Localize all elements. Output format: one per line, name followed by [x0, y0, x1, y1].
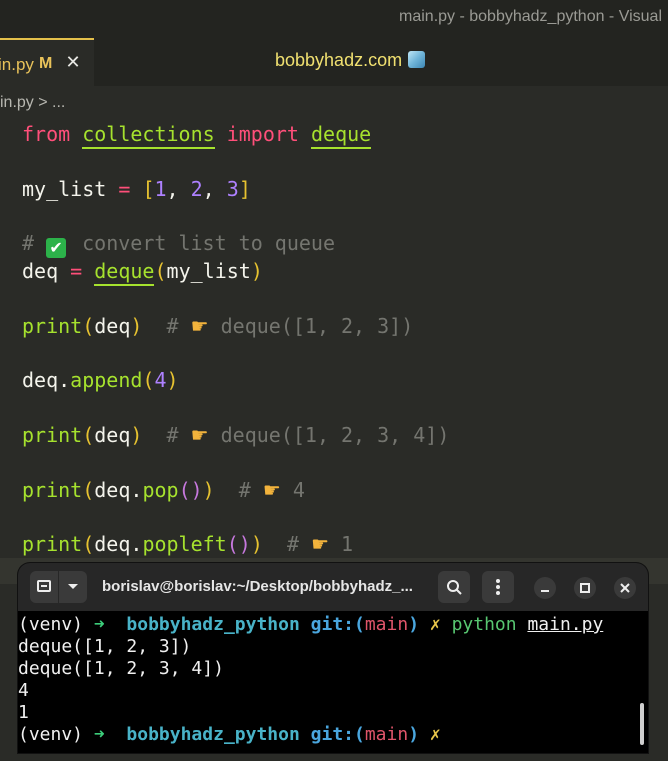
terminal-output-line: 1 [18, 702, 29, 723]
code-line-6: deq.append(4) [22, 368, 179, 392]
terminal-search-button[interactable] [438, 571, 470, 603]
pointing-hand-icon: ☛ [190, 423, 209, 447]
code-line-1: from collections import deque [22, 121, 372, 149]
search-icon [447, 580, 462, 595]
pointing-hand-icon: ☛ [190, 314, 209, 338]
chevron-down-icon [68, 584, 78, 589]
editor-tab-strip: in.py M ✕ bobbyhadz.com [0, 38, 668, 86]
code-line-5: print(deq) # ☛ deque([1, 2, 3]) [22, 314, 414, 338]
maximize-button[interactable] [574, 577, 596, 599]
close-tab-icon[interactable]: ✕ [64, 53, 82, 73]
terminal-menu-button[interactable] [482, 571, 514, 603]
terminal-output-line: 4 [18, 680, 29, 701]
close-terminal-button[interactable] [614, 577, 636, 599]
arrow-icon: ➜ [93, 614, 105, 635]
code-line-4: deq = deque(my_list) [22, 258, 263, 286]
code-line-7: print(deq) # ☛ deque([1, 2, 3, 4]) [22, 423, 450, 447]
code-line-9: print(deq.popleft()) # ☛ 1 [22, 532, 354, 556]
terminal-prompt-line: (venv) ➜ bobbyhadz_python git:(main) ✗ [18, 724, 441, 745]
terminal-header: borislav@borislav:~/Desktop/bobbyhadz_..… [18, 563, 648, 611]
terminal-window[interactable]: borislav@borislav:~/Desktop/bobbyhadz_..… [18, 563, 648, 753]
code-line-8: print(deq.pop()) # ☛ 4 [22, 478, 305, 502]
pointing-hand-icon: ☛ [311, 532, 329, 556]
tab-main-py[interactable]: in.py M ✕ [0, 38, 94, 86]
maximize-icon [580, 583, 590, 593]
terminal-title: borislav@borislav:~/Desktop/bobbyhadz_..… [102, 578, 413, 595]
minimize-icon [541, 590, 549, 592]
window-title: main.py - bobbyhadz_python - Visual [399, 8, 662, 25]
breadcrumb[interactable]: in.py > ... [0, 94, 65, 112]
window-titlebar: main.py - bobbyhadz_python - Visual [0, 0, 668, 38]
close-icon [620, 583, 630, 593]
terminal-output-line: deque([1, 2, 3]) [18, 636, 192, 657]
tab-dropdown-button[interactable] [59, 571, 87, 603]
terminal-output-line: deque([1, 2, 3, 4]) [18, 658, 224, 679]
tab-filename: in.py [0, 55, 34, 74]
code-line-3-comment: # ✔ convert list to queue [22, 231, 336, 258]
new-tab-button[interactable] [30, 571, 58, 603]
cube-icon [408, 51, 426, 68]
kebab-menu-icon [496, 579, 500, 595]
code-line-2: my_list = [1, 2, 3] [22, 177, 251, 201]
site-label-text: bobbyhadz.com [275, 50, 403, 70]
site-label: bobbyhadz.com [275, 50, 426, 71]
terminal-prompt-line: (venv) ➜ bobbyhadz_python git:(main) ✗ p… [18, 614, 604, 635]
terminal-icon [37, 580, 51, 592]
pointing-hand-icon: ☛ [262, 478, 281, 502]
modified-indicator: M [39, 55, 53, 72]
check-mark-icon: ✔ [46, 238, 67, 258]
minimize-button[interactable] [534, 577, 556, 599]
terminal-scrollbar[interactable] [640, 703, 644, 745]
